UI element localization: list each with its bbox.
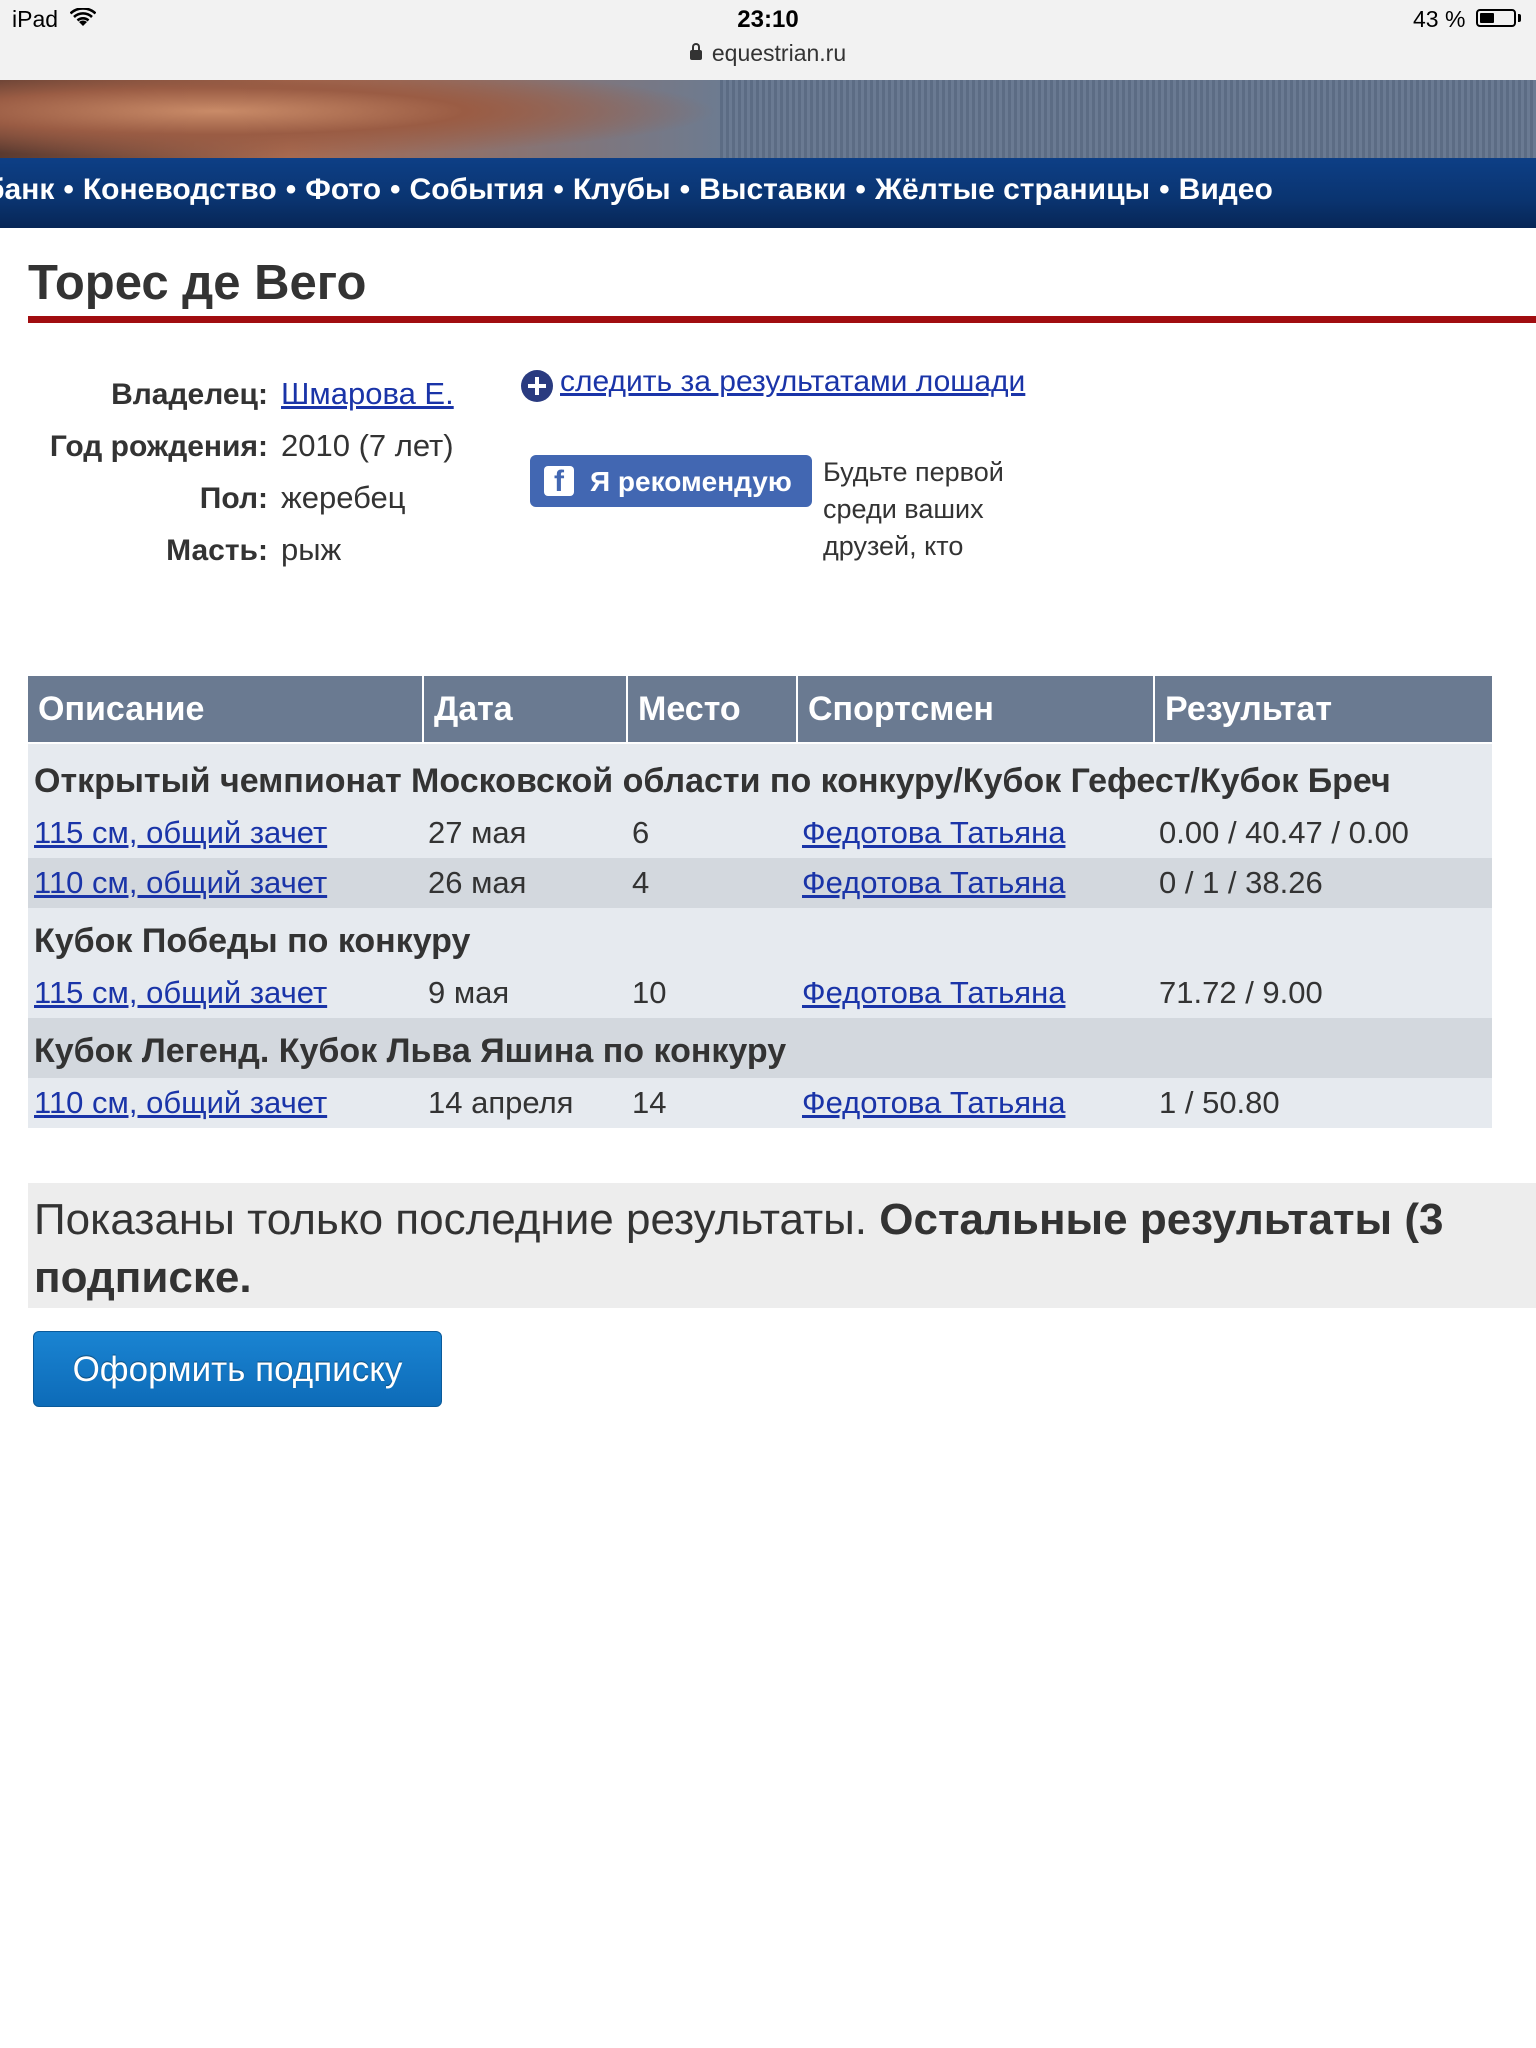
description-link[interactable]: 110 см, общий зачет [34, 1078, 327, 1128]
nav-item-0[interactable]: банк [0, 173, 54, 206]
owner-link[interactable]: Шмарова Е. [281, 376, 454, 411]
nav-item-5[interactable]: Выставки [699, 173, 846, 206]
facebook-note: Будьте первой среди ваших друзей, кто [823, 457, 1004, 561]
nav-item-3[interactable]: События [410, 173, 545, 206]
title-divider [28, 316, 1536, 323]
header-result: Результат [1165, 690, 1332, 728]
results-notice: Показаны только последние результаты. Ос… [28, 1183, 1536, 1308]
date-cell: 14 апреля [428, 1085, 574, 1120]
nav-item-6[interactable]: Жёлтые страницы [875, 173, 1150, 206]
main-nav: банк•Коневодство•Фото•События•Клубы•Выст… [0, 158, 1536, 228]
lock-icon [689, 43, 702, 60]
table-row: 110 см, общий зачет 14 апреля 14 Федотова Т… [28, 1078, 1492, 1128]
place-cell: 4 [632, 865, 650, 900]
result-cell: 71.72 / 9.00 [1159, 975, 1323, 1010]
date-cell: 27 мая [428, 815, 527, 850]
nav-item-2[interactable]: Фото [305, 173, 381, 206]
battery-tip [1518, 14, 1521, 22]
rider-link[interactable]: Федотова Татьяна [802, 1078, 1065, 1128]
follow-results[interactable]: следить за результатами лошади [560, 365, 1025, 399]
owner-value[interactable]: Шмарова Е. [281, 376, 454, 412]
status-bar: iPad 23:10 43 % equestrian.ru [0, 0, 1536, 80]
group-title: Кубок Легенд. Кубок Льва Яшина по конкур… [34, 1032, 787, 1070]
page-title: Торес де Вего [28, 256, 367, 310]
date-cell: 26 мая [428, 865, 527, 900]
facebook-like-label: Я рекомендую [590, 466, 792, 497]
clock: 23:10 [737, 6, 799, 33]
table-row: 110 см, общий зачет 26 мая 4 Федотова Татья… [28, 858, 1492, 908]
color-label: Масть: [166, 534, 268, 567]
nav-item-1[interactable]: Коневодство [83, 173, 277, 206]
group-title: Открытый чемпионат Московской области по… [34, 762, 1391, 800]
url-text: equestrian.ru [711, 40, 847, 66]
birth-label: Год рождения: [49, 430, 268, 463]
result-group: Открытый чемпионат Московской области по… [28, 744, 1492, 908]
color-value: рыж [281, 532, 342, 567]
header-rider: Спортсмен [798, 676, 1155, 742]
nav-separator: • [1159, 173, 1170, 206]
nav-separator: • [285, 173, 297, 206]
notice-text: Показаны только последние результаты. Ос… [34, 1191, 1536, 1307]
place-cell: 10 [632, 975, 667, 1010]
nav-items: банк•Коневодство•Фото•События•Клубы•Выст… [0, 173, 1273, 207]
description-link[interactable]: 115 см, общий зачет [34, 968, 327, 1018]
rider-link[interactable]: Федотова Татьяна [802, 968, 1065, 1018]
nav-item-4[interactable]: Клубы [573, 173, 671, 206]
rider-link[interactable]: Федотова Татьяна [802, 858, 1065, 908]
notice-regular: Показаны только последние результаты. [34, 1195, 880, 1244]
nav-separator: • [553, 173, 564, 206]
subscribe-button[interactable]: Оформить подписку [33, 1331, 442, 1407]
date-cell: 9 мая [428, 975, 510, 1010]
sex-label: Пол: [199, 482, 268, 515]
nav-separator: • [679, 173, 691, 206]
birth-value: 2010 (7 лет) [281, 428, 454, 463]
table-row: 115 см, общий зачет 9 мая 10 Федотова Татья… [28, 968, 1492, 1018]
place-cell: 14 [632, 1085, 667, 1120]
nav-separator: • [63, 173, 74, 206]
address-bar[interactable]: equestrian.ru [0, 40, 1536, 67]
facebook-icon [544, 465, 574, 499]
header-place: Место [628, 676, 798, 742]
table-row: 115 см, общий зачет 27 мая 6 Федотова Татья… [28, 808, 1492, 858]
header-banner [0, 80, 1536, 158]
description-link[interactable]: 110 см, общий зачет [34, 858, 327, 908]
horse-photo [0, 80, 720, 158]
header-date: Дата [424, 676, 628, 742]
result-cell: 0 / 1 / 38.26 [1159, 865, 1323, 900]
owner-label: Владелец: [111, 378, 268, 411]
table-header: Описание Дата Место Спортсмен Результат [28, 676, 1492, 744]
result-cell: 0.00 / 40.47 / 0.00 [1159, 815, 1409, 850]
group-title: Кубок Победы по конкуру [34, 922, 471, 960]
plus-circle-icon[interactable] [521, 370, 553, 402]
result-group: Кубок Победы по конкуру 115 см, общий зач… [28, 908, 1492, 1018]
result-group: Кубок Легенд. Кубок Льва Яшина по конкур… [28, 1018, 1492, 1128]
battery-icon [1476, 9, 1516, 27]
follow-results-link[interactable]: следить за результатами лошади [560, 365, 1025, 398]
sex-value: жеребец [281, 480, 406, 515]
nav-separator: • [390, 173, 401, 206]
banner-stripe [720, 80, 1536, 158]
facebook-like-button[interactable]: Я рекомендую [530, 455, 812, 507]
header-description: Описание [28, 676, 424, 742]
rider-link[interactable]: Федотова Татьяна [802, 808, 1065, 858]
result-cell: 1 / 50.80 [1159, 1085, 1280, 1120]
nav-separator: • [855, 173, 866, 206]
battery-percent: 43 % [1413, 6, 1466, 32]
nav-item-7[interactable]: Видео [1179, 173, 1273, 206]
description-link[interactable]: 115 см, общий зачет [34, 808, 327, 858]
subscribe-label: Оформить подписку [72, 1350, 403, 1389]
place-cell: 6 [632, 815, 650, 850]
